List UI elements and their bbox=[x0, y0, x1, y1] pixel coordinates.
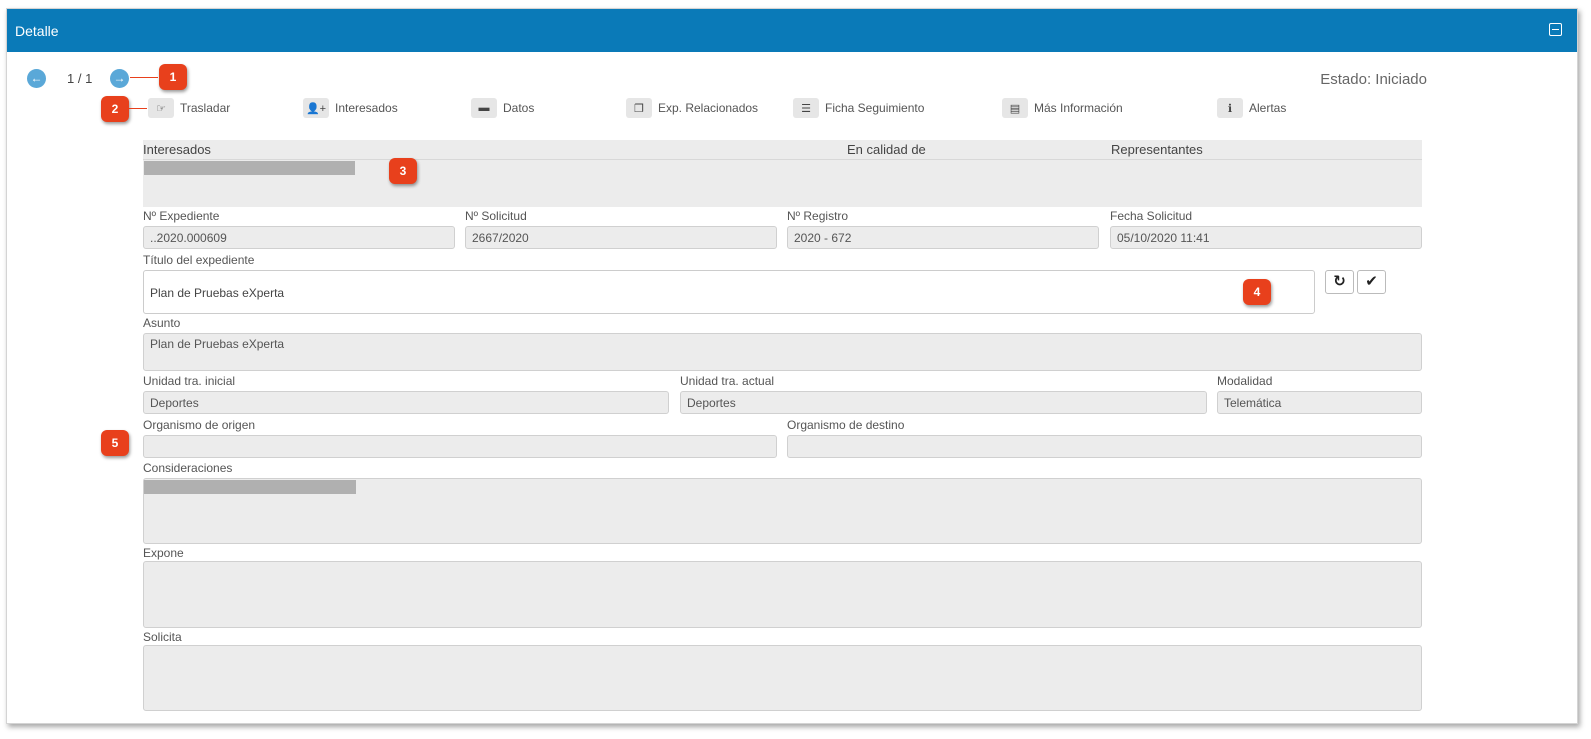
callout-5: 5 bbox=[101, 430, 129, 456]
solicitud-label: Nº Solicitud bbox=[465, 209, 527, 223]
fecha-label: Fecha Solicitud bbox=[1110, 209, 1193, 223]
callout-2: 2 bbox=[101, 96, 129, 122]
registro-field: 2020 - 672 bbox=[787, 226, 1099, 249]
column-en-calidad-de: En calidad de bbox=[847, 142, 926, 157]
detail-panel: Detalle ← 1 / 1 → 1 Estado: Iniciado 2 ☞… bbox=[6, 8, 1578, 724]
expone-field bbox=[143, 561, 1422, 628]
check-icon: ✔ bbox=[1365, 273, 1378, 290]
unidad-actual-field: Deportes bbox=[680, 391, 1207, 414]
table-header: Interesados En calidad de Representantes bbox=[143, 140, 1422, 160]
toolbar-exp-relacionados[interactable]: ❐ Exp. Relacionados bbox=[626, 97, 758, 119]
solicita-field bbox=[143, 645, 1422, 711]
toolbar-label: Más Información bbox=[1034, 101, 1123, 115]
drive-icon: ▬ bbox=[471, 98, 497, 118]
toolbar-label: Trasladar bbox=[180, 101, 231, 115]
copy-icon: ❐ bbox=[626, 98, 652, 118]
refresh-icon: ↻ bbox=[1333, 273, 1346, 290]
unidad-inicial-field: Deportes bbox=[143, 391, 669, 414]
org-destino-field bbox=[787, 435, 1422, 458]
user-add-icon: 👤+ bbox=[303, 98, 329, 118]
toolbar-mas-informacion[interactable]: ▤ Más Información bbox=[1002, 97, 1123, 119]
toolbar-ficha-seguimiento[interactable]: ☰ Ficha Seguimiento bbox=[793, 97, 924, 119]
column-interesados: Interesados bbox=[143, 142, 211, 157]
collapse-icon[interactable] bbox=[1549, 23, 1562, 36]
column-representantes: Representantes bbox=[1111, 142, 1203, 157]
toolbar-trasladar[interactable]: ☞ Trasladar bbox=[148, 97, 230, 119]
expediente-field: ..2020.000609 bbox=[143, 226, 455, 249]
titulo-input[interactable]: Plan de Pruebas eXperta bbox=[143, 270, 1315, 314]
confirm-button[interactable]: ✔ bbox=[1357, 270, 1386, 294]
interesados-table: Interesados En calidad de Representantes bbox=[143, 140, 1422, 207]
toolbar-label: Alertas bbox=[1249, 101, 1287, 115]
toolbar-alertas[interactable]: ℹ Alertas bbox=[1217, 97, 1286, 119]
panel-title: Detalle bbox=[15, 23, 59, 39]
callout-4: 4 bbox=[1243, 279, 1271, 305]
toolbar-interesados[interactable]: 👤+ Interesados bbox=[303, 97, 398, 119]
refresh-button[interactable]: ↻ bbox=[1325, 270, 1354, 294]
unidad-actual-label: Unidad tra. actual bbox=[680, 374, 775, 388]
document-icon: ▤ bbox=[1002, 98, 1028, 118]
thumb-right-icon: ☞ bbox=[148, 98, 174, 118]
toolbar-datos[interactable]: ▬ Datos bbox=[471, 97, 534, 119]
org-origen-field bbox=[143, 435, 777, 458]
callout-3: 3 bbox=[389, 158, 417, 184]
titulo-label: Título del expediente bbox=[143, 253, 255, 267]
org-destino-label: Organismo de destino bbox=[787, 418, 905, 432]
unidad-inicial-label: Unidad tra. inicial bbox=[143, 374, 236, 388]
asunto-field: Plan de Pruebas eXperta bbox=[143, 333, 1422, 371]
fecha-field: 05/10/2020 11:41 bbox=[1110, 226, 1422, 249]
toolbar-label: Exp. Relacionados bbox=[658, 101, 759, 115]
modalidad-field: Telemática bbox=[1217, 391, 1422, 414]
callout-1: 1 bbox=[159, 64, 187, 90]
asunto-label: Asunto bbox=[143, 316, 181, 330]
expediente-label: Nº Expediente bbox=[143, 209, 220, 223]
redacted-row bbox=[144, 161, 355, 175]
previous-arrow-icon[interactable]: ← bbox=[27, 69, 46, 88]
info-icon: ℹ bbox=[1217, 98, 1243, 118]
solicitud-field: 2667/2020 bbox=[465, 226, 777, 249]
registro-label: Nº Registro bbox=[787, 209, 849, 223]
pager-count: 1 / 1 bbox=[67, 71, 93, 86]
toolbar-label: Interesados bbox=[335, 101, 398, 115]
status-text: Estado: Iniciado bbox=[1320, 71, 1427, 88]
next-arrow-icon[interactable]: → bbox=[110, 69, 129, 88]
toolbar-label: Datos bbox=[503, 101, 535, 115]
toolbar-label: Ficha Seguimiento bbox=[825, 101, 925, 115]
expone-label: Expone bbox=[143, 546, 184, 560]
solicita-label: Solicita bbox=[143, 630, 182, 644]
redacted-text bbox=[144, 480, 356, 494]
panel-header: Detalle bbox=[7, 9, 1577, 52]
consideraciones-label: Consideraciones bbox=[143, 461, 233, 475]
list-icon: ☰ bbox=[793, 98, 819, 118]
modalidad-label: Modalidad bbox=[1217, 374, 1273, 388]
org-origen-label: Organismo de origen bbox=[143, 418, 256, 432]
